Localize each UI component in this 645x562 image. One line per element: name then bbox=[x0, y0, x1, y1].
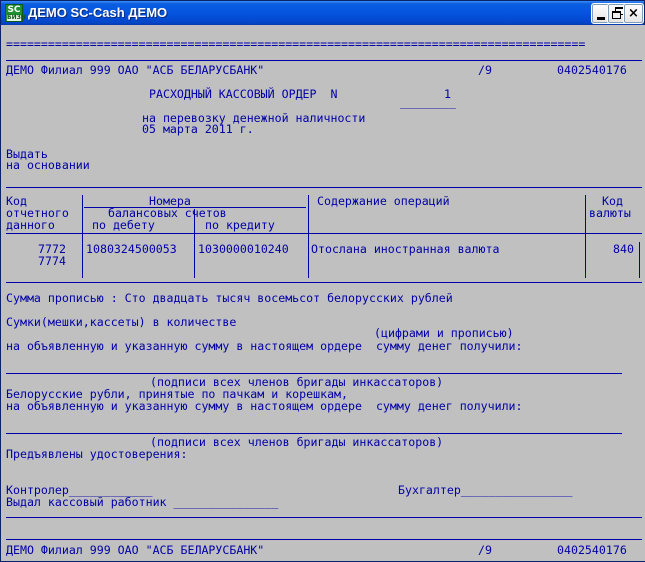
row-currency: 840 bbox=[613, 242, 634, 256]
divider-line bbox=[6, 60, 642, 61]
bags-line: Сумки(мешки,кассеты) в количестве bbox=[6, 315, 237, 329]
accountant-line: Бухгалтер________________ bbox=[398, 483, 573, 497]
footer-code: 0402540176 bbox=[557, 543, 627, 557]
table-bottom-border bbox=[6, 282, 642, 283]
order-number-underline: ________ bbox=[400, 95, 456, 109]
table-top-border bbox=[6, 187, 642, 188]
title-bar[interactable]: SC БИЗН ДЕМО SC-Cash ДЕМО × bbox=[1, 1, 644, 25]
col-header-code-3: данного bbox=[6, 218, 55, 232]
separator-top: ========================================… bbox=[6, 37, 586, 51]
table-col-divider bbox=[585, 195, 586, 245]
table-header-border bbox=[6, 233, 642, 234]
col-header-currency-2: валюты bbox=[589, 206, 631, 220]
table-col-divider bbox=[639, 242, 640, 278]
terminal-client-area[interactable]: ========================================… bbox=[1, 25, 645, 561]
divider-line bbox=[6, 517, 642, 518]
footer-bank: ДЕМО Филиал 999 ОАО "АСБ БЕЛАРУСБАНК" bbox=[6, 543, 265, 557]
restore-icon-front bbox=[612, 11, 621, 19]
received-line: на объявленную и указанную сумму в насто… bbox=[6, 339, 523, 353]
cashier-line: Выдал кассовый работник _______________ bbox=[6, 495, 279, 509]
app-icon-text: SC bbox=[7, 5, 21, 15]
table-col-divider bbox=[82, 242, 83, 278]
close-button[interactable]: × bbox=[623, 3, 644, 24]
signatures-hint-2: (подписи всех членов бригады инкассаторо… bbox=[150, 435, 444, 449]
row-code: 7774 bbox=[38, 254, 66, 268]
table-col-divider bbox=[585, 242, 586, 278]
signature-line bbox=[6, 373, 622, 374]
order-date: 05 марта 2011 г. bbox=[142, 122, 254, 136]
window-title: ДЕМО SC-Cash ДЕМО bbox=[28, 5, 168, 20]
amount-in-words: Сумма прописью : Сто двадцать тысяч восе… bbox=[6, 291, 453, 305]
rubles-line-2: на объявленную и указанную сумму в насто… bbox=[6, 399, 523, 413]
table-col-divider bbox=[308, 195, 309, 245]
table-col-divider bbox=[308, 242, 309, 278]
app-window: SC БИЗН ДЕМО SC-Cash ДЕМО × ============… bbox=[0, 0, 645, 562]
order-title: РАСХОДНЫЙ КАССОВЫЙ ОРДЕР N bbox=[149, 87, 338, 101]
table-col-divider bbox=[194, 242, 195, 278]
ids-presented: Предъявлены удостоверения: bbox=[6, 447, 188, 461]
table-col-divider bbox=[82, 195, 83, 245]
row-debit: 1080324500053 bbox=[86, 242, 177, 256]
col-header-credit: по кредиту bbox=[205, 218, 275, 232]
header-bank: ДЕМО Филиал 999 ОАО "АСБ БЕЛАРУСБАНК" bbox=[6, 63, 265, 77]
table-subheader-border bbox=[84, 207, 306, 208]
divider-line bbox=[6, 539, 642, 540]
header-branch: /9 bbox=[478, 63, 492, 77]
basis-label: на основании bbox=[6, 158, 90, 172]
footer-branch: /9 bbox=[478, 543, 492, 557]
signature-line bbox=[6, 433, 622, 434]
col-header-debit: по дебету bbox=[92, 218, 155, 232]
header-code: 0402540176 bbox=[557, 63, 627, 77]
document-screen: ========================================… bbox=[4, 25, 645, 561]
app-icon-subtext: БИЗН bbox=[7, 14, 26, 21]
row-credit: 1030000010240 bbox=[198, 242, 289, 256]
table-col-divider bbox=[194, 209, 195, 245]
row-content: Отослана иностранная валюта bbox=[311, 242, 500, 256]
app-icon[interactable]: SC БИЗН bbox=[5, 4, 26, 22]
col-header-content: Содержание операций bbox=[317, 194, 450, 208]
digits-words-hint: (цифрами и прописью) bbox=[374, 326, 514, 340]
